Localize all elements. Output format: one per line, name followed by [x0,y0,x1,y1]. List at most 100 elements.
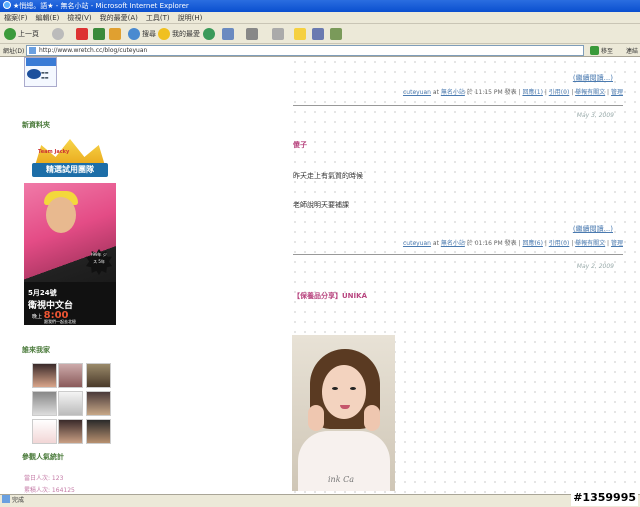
messenger-icon [312,28,324,40]
banner-ribbon-top: Team Jacky [38,149,70,155]
watermark: #1359995 [571,490,638,506]
menu-view[interactable]: 檢視(V) [63,14,95,22]
post-photo: ink Ca [292,335,395,491]
forward-button[interactable] [52,27,66,41]
post-site-link[interactable]: 無名小站 [441,89,465,96]
post-divider [293,254,623,255]
go-arrow-icon [590,46,599,55]
face-graphic [46,197,76,233]
research-icon [330,28,342,40]
post-author-link[interactable]: cuteyuan [403,240,431,247]
search-icon [128,28,140,40]
sidebar-heading-stats: 參觀人氣統計 [22,453,64,461]
page-icon [29,47,36,54]
window-titlebar: ★悄總。語★ - 無名小站 - Microsoft Internet Explo… [0,0,640,12]
status-text: 完成 [12,497,25,504]
visitor-avatar[interactable] [58,419,83,444]
menu-help[interactable]: 說明(H) [174,14,207,22]
search-button[interactable]: 搜尋 [128,27,156,41]
post-edit-link[interactable]: 管理 [611,240,623,247]
visitor-avatar[interactable] [58,391,83,416]
ie-icon [3,1,11,9]
window-title: ★悄總。語★ - 無名小站 - Microsoft Internet Explo… [13,2,189,10]
address-label: 網址(D) [3,48,25,55]
stats-today: 當日人次: 123 [24,475,64,482]
history-button[interactable] [203,27,217,41]
post-body-line: 昨天走上有氣質的時候 [293,172,363,180]
read-more-link[interactable]: (繼續閱讀...) [573,73,613,83]
visitor-avatar[interactable] [32,363,57,388]
menu-file[interactable]: 檔案(F) [0,14,32,22]
post-title[interactable]: 【保養品分享】UNIKA [293,291,367,301]
post-date: May 2, 2009 [576,263,614,270]
menu-tools[interactable]: 工具(T) [142,14,174,22]
visitor-avatar[interactable] [86,419,111,444]
post-report-link[interactable]: 舉報有關文 [575,240,605,247]
partner-logo[interactable]: ▬▬ ▬▬ [24,57,57,87]
links-label[interactable]: 連結 [626,46,638,55]
messenger-button[interactable] [312,27,326,41]
go-button[interactable]: 移至 [590,45,613,56]
post-reply-link[interactable]: 回應(6) [522,240,543,247]
research-button[interactable] [330,27,344,41]
post-trackback-link[interactable]: 引用(0) [549,240,570,247]
tv-promo-banner[interactable]: Team Jacky 精選試用團隊 1999年 ジャス 5年 5月24號 衛視中… [24,137,116,325]
discuss-button[interactable] [294,27,308,41]
star-icon [158,28,170,40]
visitor-avatar[interactable] [58,363,83,388]
post-site-link[interactable]: 無名小站 [441,240,465,247]
address-bar: 網址(D) http://www.wretch.cc/blog/cuteyuan… [0,44,640,57]
edit-icon [272,28,284,40]
banner-date: 5月24號 [28,289,57,297]
page-done-icon [2,495,10,503]
post-trackback-link[interactable]: 引用(0) [549,89,570,96]
browser-toolbar: 上一頁 搜尋 我的最愛 [0,24,640,44]
logo-banner-strip [26,58,56,66]
status-bar: 完成 [0,494,640,507]
menu-bar: 檔案(F) 編輯(E) 檢視(V) 我的最愛(A) 工具(T) 說明(H) [0,12,640,24]
mail-icon [222,28,234,40]
post-body-line: 老師說明天要補課 [293,201,349,209]
note-icon [294,28,306,40]
visitor-avatar[interactable] [86,363,111,388]
post-meta: cuteyuan at 無名小站 於 01:16 PM 發表 | 回應(6) |… [402,240,623,247]
stats-total: 累積人次: 164125 [24,487,75,494]
print-icon [246,28,258,40]
print-button[interactable] [246,27,260,41]
menu-edit[interactable]: 編輯(E) [32,14,64,22]
post-report-link[interactable]: 舉報有關文 [575,89,605,96]
address-url: http://www.wretch.cc/blog/cuteyuan [39,47,148,54]
favorites-button[interactable]: 我的最愛 [158,27,200,41]
refresh-button[interactable] [93,27,107,41]
forward-arrow-icon [52,28,64,40]
lock-icon [27,69,41,79]
read-more-link[interactable]: (繼續閱讀...) [573,224,613,234]
post-divider [293,105,623,106]
visitor-avatar[interactable] [86,391,111,416]
mail-button[interactable] [222,27,236,41]
history-icon [203,28,215,40]
post-title[interactable]: 傻子 [293,140,307,150]
post-edit-link[interactable]: 管理 [611,89,623,96]
banner-ribbon: 精選試用團隊 [32,163,108,177]
visitor-avatar[interactable] [32,391,57,416]
address-input[interactable]: http://www.wretch.cc/blog/cuteyuan [26,45,584,56]
post-author-link[interactable]: cuteyuan [403,89,431,96]
back-button[interactable]: 上一頁 [4,27,39,41]
edit-button[interactable] [272,27,286,41]
visitor-avatar[interactable] [32,419,57,444]
menu-favorites[interactable]: 我的最愛(A) [96,14,142,22]
post-meta: cuteyuan at 無名小站 於 11:15 PM 發表 | 回應(1) |… [402,89,623,96]
refresh-icon [93,28,105,40]
home-icon [109,28,121,40]
sidebar-heading-new-info: 新資料夾 [22,121,50,129]
sidebar-heading-visitors: 誰來我家 [22,346,50,354]
page-viewport: ▬▬ ▬▬ 新資料夾 Team Jacky 精選試用團隊 1999年 ジャス 5年… [0,57,640,494]
photo-shirt-text: ink Ca [328,475,354,484]
stop-button[interactable] [76,27,90,41]
post-reply-link[interactable]: 回應(1) [522,89,543,96]
home-button[interactable] [109,27,123,41]
banner-caption: 5月24號 衛視中文台 晚上 8:00 跟我們一起去北極 [24,282,116,325]
logo-text-decoration: ▬▬ ▬▬ [41,70,49,80]
stop-icon [76,28,88,40]
